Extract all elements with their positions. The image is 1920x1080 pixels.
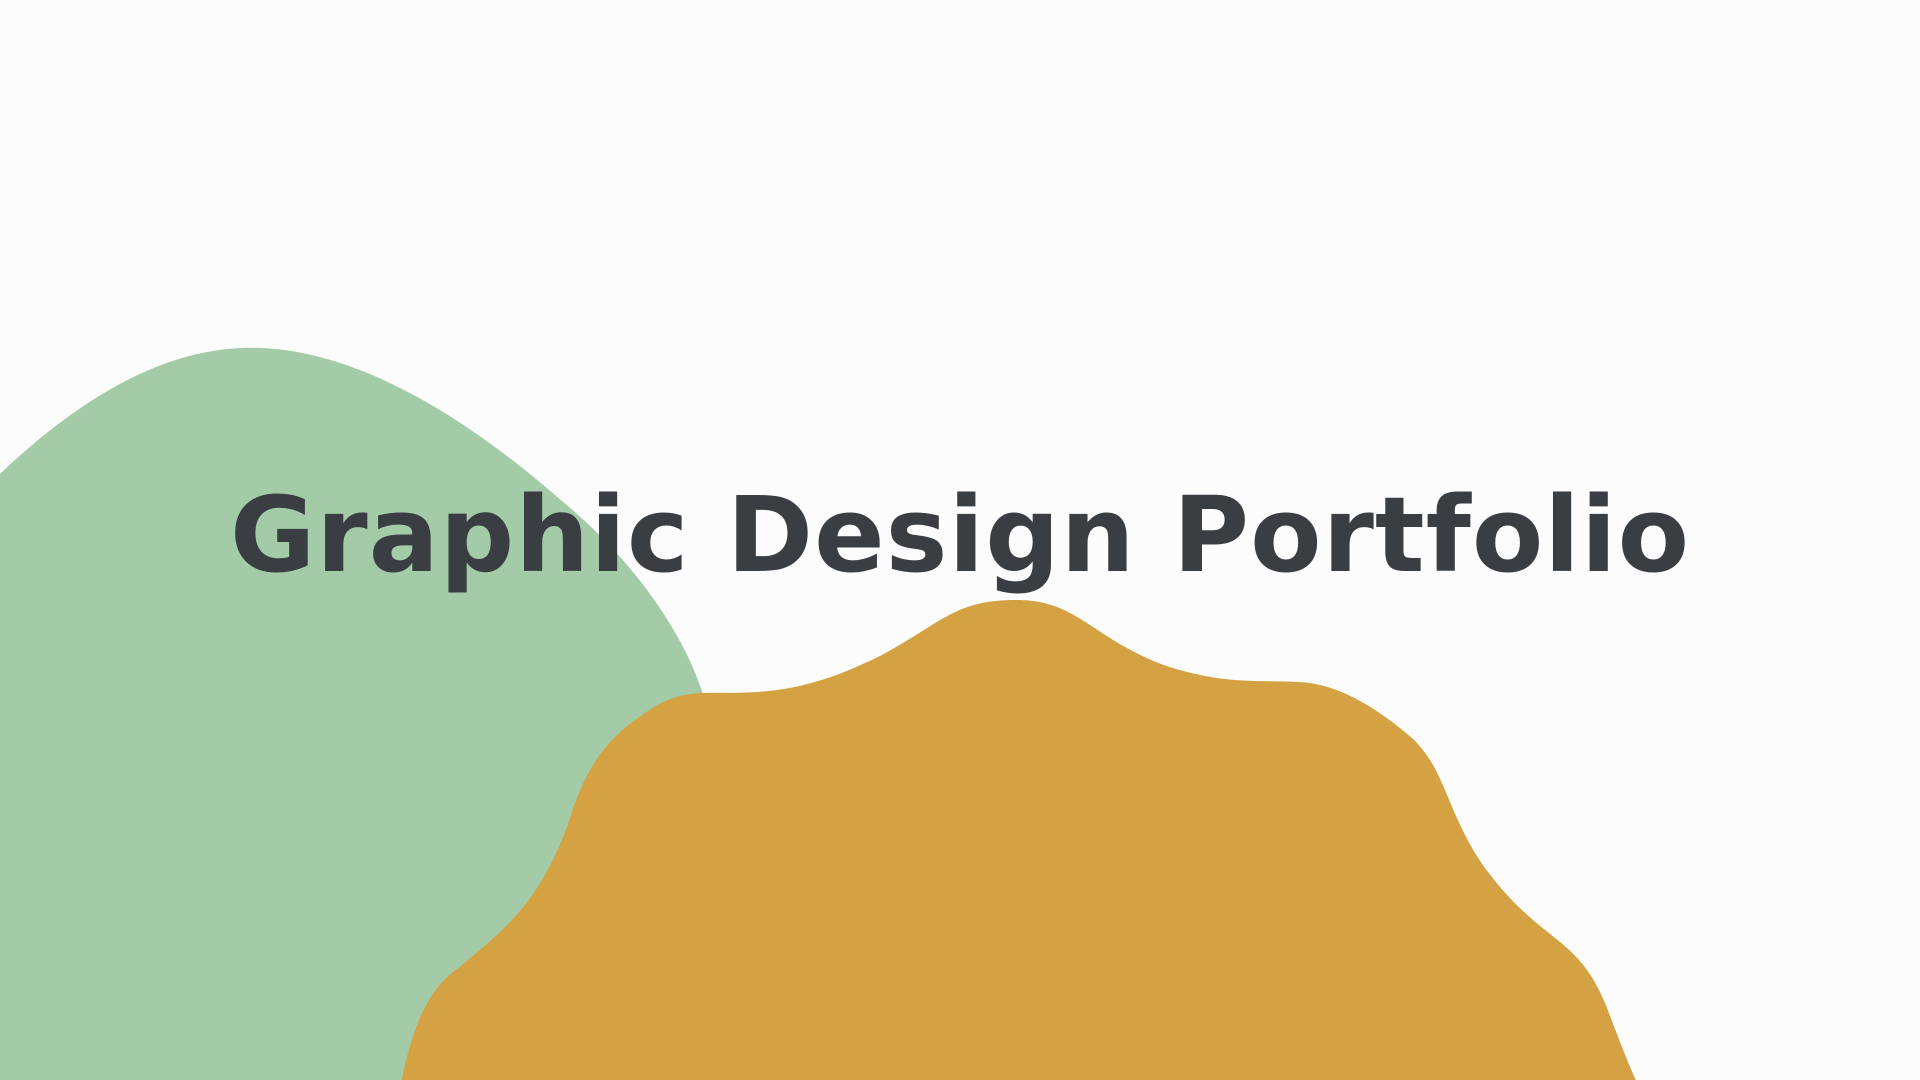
slide-title: Graphic Design Portfolio: [229, 474, 1691, 596]
